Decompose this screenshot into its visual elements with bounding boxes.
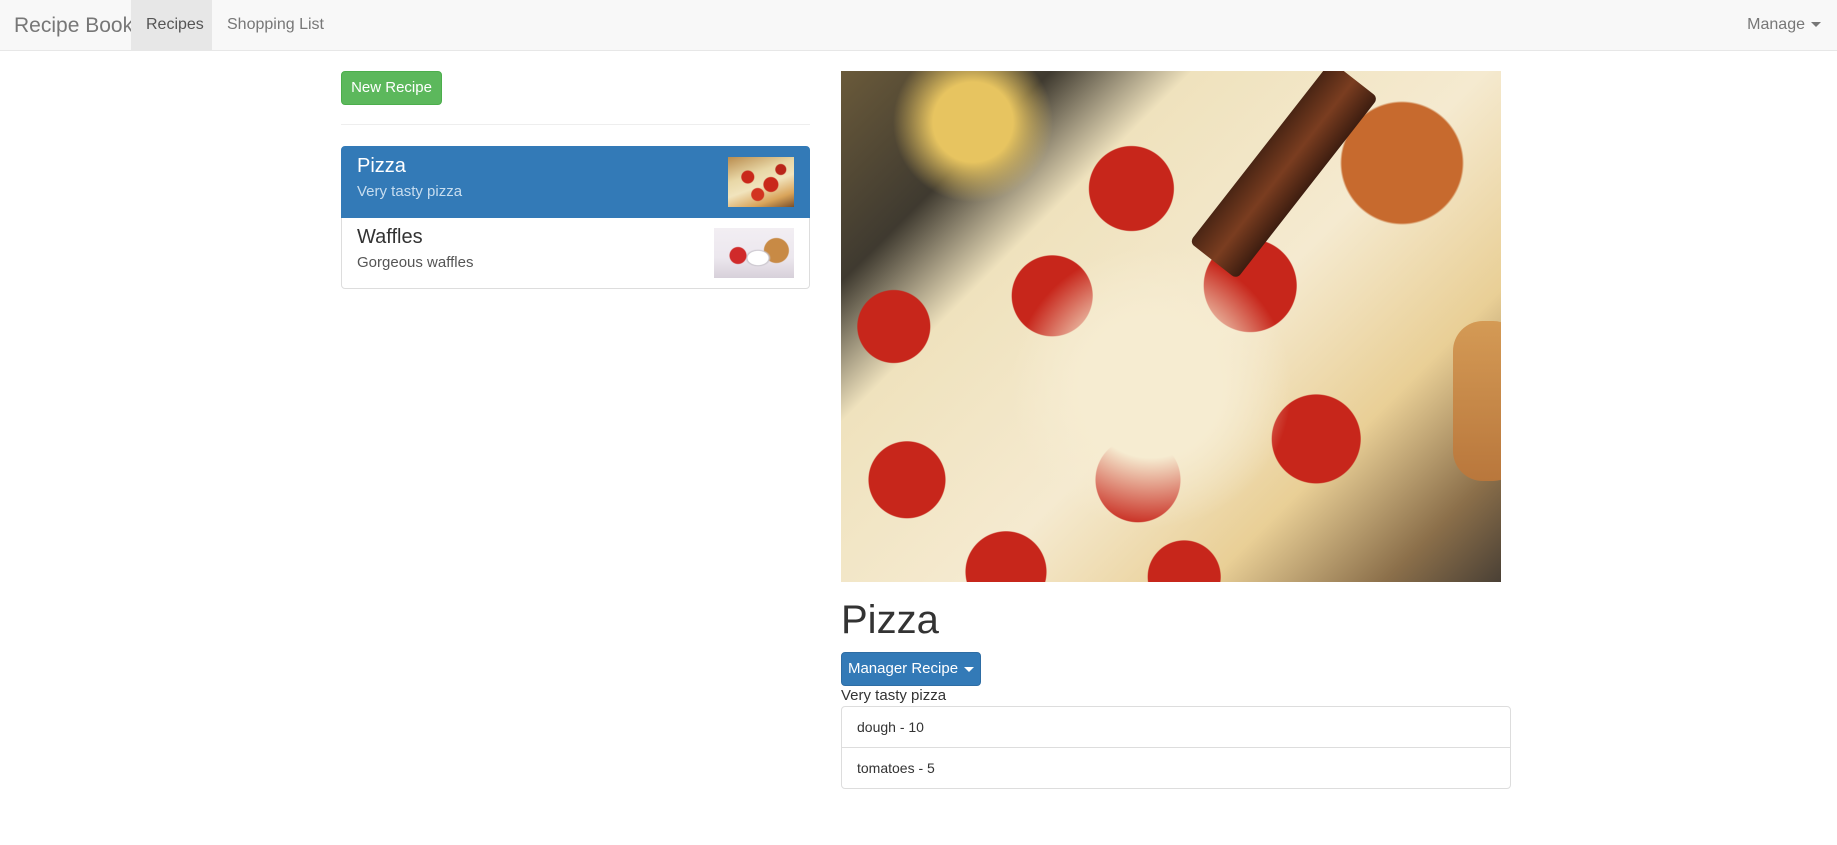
recipe-title: Pizza [841,598,939,642]
ingredient-item[interactable]: tomatoes - 5 [841,747,1511,789]
manage-recipe-button[interactable]: Manager Recipe [841,652,981,686]
recipe-item-description: Very tasty pizza [357,183,463,200]
recipe-item-name: Pizza [357,155,406,177]
nav-shopping-list[interactable]: Shopping List [212,0,339,50]
ingredient-item[interactable]: dough - 10 [841,706,1511,748]
recipe-item-waffles[interactable]: Waffles Gorgeous waffles [341,217,810,289]
recipe-item-pizza[interactable]: Pizza Very tasty pizza [341,146,810,218]
pizza-thumbnail [728,157,794,207]
caret-down-icon [964,666,975,672]
recipe-item-description: Gorgeous waffles [357,254,474,271]
caret-down-icon [1811,22,1821,28]
divider [341,124,810,125]
nav-recipes[interactable]: Recipes [131,0,212,50]
recipe-item-name: Waffles [357,226,423,248]
waffles-thumbnail [714,228,794,278]
manage-recipe-label: Manager Recipe [847,660,959,677]
recipe-list: Pizza Very tasty pizza Waffles Gorgeous … [341,146,810,289]
manage-dropdown[interactable]: Manage [1732,0,1821,50]
recipe-image [841,71,1501,582]
manage-label: Manage [1747,16,1805,33]
brand-link[interactable]: Recipe Book [14,0,133,51]
image-detail-crust [1453,321,1501,481]
ingredient-list: dough - 10 tomatoes - 5 [841,706,1511,789]
new-recipe-button[interactable]: New Recipe [341,71,442,105]
recipe-description: Very tasty pizza [841,687,947,704]
top-navbar: Recipe Book Recipes Shopping List Manage [0,0,1837,51]
image-detail-knife [1189,71,1379,280]
